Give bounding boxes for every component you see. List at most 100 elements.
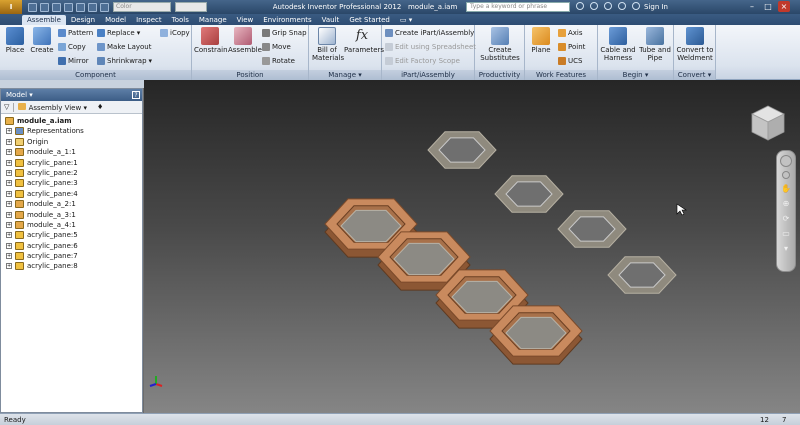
tab-environments[interactable]: Environments	[258, 15, 316, 25]
convert-to-weldment-button[interactable]: Convert to Weldment	[675, 27, 715, 62]
tab-vault[interactable]: Vault	[317, 15, 345, 25]
expand-icon[interactable]: +	[6, 242, 12, 249]
expand-icon[interactable]: +	[6, 253, 12, 260]
search-input[interactable]: Type a keyword or phrase	[466, 2, 570, 12]
plane-button[interactable]: Plane	[528, 27, 554, 54]
redo-icon[interactable]	[76, 2, 85, 12]
begin-panel-label[interactable]: Begin ▾	[598, 70, 673, 80]
tree-item[interactable]: + acrylic_pane:5	[1, 230, 142, 240]
binoculars-icon[interactable]	[576, 2, 584, 10]
shrinkwrap-button[interactable]: Shrinkwrap ▾	[97, 56, 152, 66]
expand-icon[interactable]: +	[6, 180, 12, 187]
3d-scene[interactable]	[144, 80, 800, 413]
tab-overflow-icon[interactable]: ▭ ▾	[395, 15, 417, 25]
communication-icon[interactable]	[590, 2, 598, 10]
viewcube[interactable]	[750, 104, 786, 142]
create-ipart-button[interactable]: Create iPart/iAssembly	[385, 28, 474, 38]
graphics-window[interactable]	[144, 80, 800, 413]
look-at-icon[interactable]: ▭	[780, 229, 792, 239]
mirror-button[interactable]: Mirror	[58, 56, 89, 66]
component-panel-label[interactable]: Component	[0, 70, 191, 80]
expand-icon[interactable]: +	[6, 201, 12, 208]
tab-tools[interactable]: Tools	[167, 15, 194, 25]
tree-root[interactable]: module_a.iam	[1, 116, 142, 126]
tab-assemble[interactable]: Assemble	[22, 15, 66, 25]
filter-icon[interactable]: ▽	[4, 103, 9, 111]
edit-spreadsheet-button[interactable]: Edit using Spreadsheet	[385, 42, 476, 52]
save-icon[interactable]	[52, 2, 61, 12]
fx-select[interactable]	[175, 2, 207, 12]
create-component-button[interactable]: Create	[30, 27, 54, 54]
minimize-button[interactable]: –	[746, 1, 758, 12]
assembly-view-select[interactable]: Assembly View ▾	[18, 102, 87, 112]
select-icon[interactable]	[100, 2, 109, 12]
edit-factory-scope-button[interactable]: Edit Factory Scope	[385, 56, 460, 66]
tree-item[interactable]: + Representations	[1, 126, 142, 136]
undo-icon[interactable]	[64, 2, 73, 12]
icopy-button[interactable]: iCopy	[160, 28, 190, 38]
constrain-button[interactable]: Constrain	[194, 27, 228, 54]
tree-item[interactable]: + module_a_1:1	[1, 147, 142, 157]
tree-item[interactable]: + module_a_3:1	[1, 210, 142, 220]
expand-icon[interactable]: +	[6, 138, 12, 145]
copy-button[interactable]: Copy	[58, 42, 86, 52]
browser-header[interactable]: Model ▾ ?	[1, 89, 142, 101]
grip-snap-button[interactable]: Grip Snap	[262, 28, 307, 38]
tab-manage[interactable]: Manage	[194, 15, 232, 25]
expand-icon[interactable]: +	[6, 149, 12, 156]
replace-button[interactable]: Replace ▾	[97, 28, 140, 38]
bill-of-materials-button[interactable]: Bill of Materials	[312, 27, 344, 62]
user-icon[interactable]	[632, 2, 640, 10]
tab-view[interactable]: View	[232, 15, 259, 25]
tube-pipe-button[interactable]: Tube and Pipe	[638, 27, 672, 62]
zoom-icon[interactable]: ⊕	[780, 199, 792, 209]
app-logo[interactable]: I	[0, 0, 22, 14]
binoculars-icon[interactable]: ♦	[97, 103, 103, 111]
expand-icon[interactable]: +	[6, 221, 12, 228]
expand-icon[interactable]: +	[6, 190, 12, 197]
axis-button[interactable]: Axis	[558, 28, 583, 38]
parameters-button[interactable]: fx Parameters	[344, 27, 384, 54]
expand-icon[interactable]: +	[6, 159, 12, 166]
color-select[interactable]: Color	[113, 2, 171, 12]
open-icon[interactable]	[40, 2, 49, 12]
close-button[interactable]: ×	[778, 1, 790, 12]
cable-harness-button[interactable]: Cable and Harness	[600, 27, 636, 62]
pan-icon[interactable]: ✋	[780, 184, 792, 194]
tab-inspect[interactable]: Inspect	[131, 15, 167, 25]
convert-panel-label[interactable]: Convert ▾	[674, 70, 715, 80]
pattern-button[interactable]: Pattern	[58, 28, 93, 38]
expand-icon[interactable]: +	[6, 169, 12, 176]
point-button[interactable]: Point	[558, 42, 585, 52]
tree-item[interactable]: + acrylic_pane:4	[1, 189, 142, 199]
help-icon[interactable]: ?	[132, 91, 140, 99]
home-icon[interactable]	[88, 2, 97, 12]
star-icon[interactable]	[604, 2, 612, 10]
place-button[interactable]: Place	[4, 27, 26, 54]
tree-item[interactable]: + module_a_4:1	[1, 220, 142, 230]
tree-item[interactable]: + acrylic_pane:7	[1, 251, 142, 261]
sign-in-button[interactable]: Sign In	[644, 0, 668, 14]
tab-design[interactable]: Design	[66, 15, 100, 25]
tree-item[interactable]: + acrylic_pane:2	[1, 168, 142, 178]
expand-icon[interactable]: +	[6, 232, 12, 239]
tab-model[interactable]: Model	[100, 15, 131, 25]
orbit-icon[interactable]: ⟳	[780, 214, 792, 224]
tree-item[interactable]: + acrylic_pane:1	[1, 158, 142, 168]
nav-bar-chevron-icon[interactable]: ▾	[780, 244, 792, 254]
tree-item[interactable]: + Origin	[1, 137, 142, 147]
key-icon[interactable]	[618, 2, 626, 10]
ucs-button[interactable]: UCS	[558, 56, 582, 66]
tree-item[interactable]: + acrylic_pane:6	[1, 241, 142, 251]
make-layout-button[interactable]: Make Layout	[97, 42, 151, 52]
new-icon[interactable]	[28, 2, 37, 12]
assemble-button[interactable]: Assemble	[228, 27, 262, 54]
expand-icon[interactable]: +	[6, 128, 12, 135]
steering-wheel-dropdown-icon[interactable]	[782, 171, 790, 179]
maximize-button[interactable]: □	[762, 1, 774, 12]
create-substitutes-button[interactable]: Create Substitutes	[478, 27, 522, 62]
manage-panel-label[interactable]: Manage ▾	[309, 70, 381, 80]
expand-icon[interactable]: +	[6, 263, 12, 270]
rotate-button[interactable]: Rotate	[262, 56, 295, 66]
tree-item[interactable]: + acrylic_pane:8	[1, 261, 142, 271]
